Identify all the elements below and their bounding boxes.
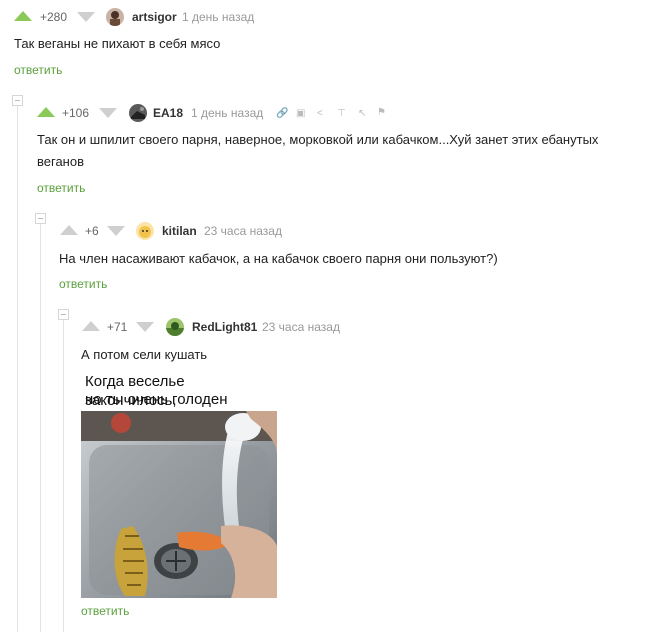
comment-text: Так веганы не пихают в себя мясо	[14, 36, 221, 51]
upvote-icon[interactable]	[14, 11, 32, 21]
sink-photo	[81, 411, 277, 598]
share-icon[interactable]: <	[317, 108, 323, 120]
collapse-button[interactable]	[58, 309, 69, 320]
username-link[interactable]: kitilan	[162, 224, 197, 238]
comment-rating: +6	[85, 224, 99, 238]
downvote-icon[interactable]	[99, 108, 117, 118]
flag-icon[interactable]: ⚑	[377, 107, 386, 119]
cursor-icon[interactable]: ↖	[358, 108, 366, 120]
comment-text: На член насаживают кабачок, а на кабачок…	[59, 251, 498, 266]
reply-link[interactable]: ответить	[14, 63, 62, 77]
username-link[interactable]: RedLight81	[192, 320, 257, 334]
thread-line-3	[63, 318, 64, 632]
avatar[interactable]	[129, 104, 147, 122]
comment-time[interactable]: 23 часа назад	[262, 320, 340, 334]
link-icon[interactable]: 🔗	[276, 108, 288, 120]
username-link[interactable]: EA18	[153, 106, 183, 120]
comment-rating: +280	[40, 10, 68, 24]
comment-time[interactable]: 1 день назад	[191, 106, 263, 120]
comment-time[interactable]: 1 день назад	[182, 10, 254, 24]
collapse-button[interactable]	[35, 213, 46, 224]
avatar[interactable]	[136, 222, 154, 240]
image-caption-line-2: но ты очень голоден	[85, 391, 228, 408]
reply-link[interactable]: ответить	[59, 277, 107, 291]
username-link[interactable]: artsigor	[132, 10, 177, 24]
comment-image[interactable]: Когда веселье закончилось, но ты очень г…	[81, 370, 277, 598]
downvote-icon[interactable]	[77, 12, 95, 22]
upvote-icon[interactable]	[60, 225, 78, 235]
reply-link[interactable]: ответить	[81, 604, 129, 618]
comment-text: А потом сели кушать	[81, 347, 208, 362]
comment-time[interactable]: 23 часа назад	[204, 224, 282, 238]
avatar[interactable]	[166, 318, 184, 336]
comment-rating: +71	[107, 320, 128, 334]
reply-link[interactable]: ответить	[37, 181, 85, 195]
downvote-icon[interactable]	[107, 226, 125, 236]
downvote-icon[interactable]	[136, 322, 154, 332]
pin-icon[interactable]: ⊤	[337, 108, 346, 120]
comment-text: Так он и шпилит своего парня, наверное, …	[37, 132, 599, 169]
comment-rating: +106	[62, 106, 90, 120]
avatar[interactable]	[106, 8, 124, 26]
save-icon[interactable]: ▣	[296, 108, 305, 120]
thread-line-1	[17, 106, 18, 632]
upvote-icon[interactable]	[82, 321, 100, 331]
collapse-button[interactable]	[12, 95, 23, 106]
thread-line-2	[40, 224, 41, 632]
upvote-icon[interactable]	[37, 107, 55, 117]
